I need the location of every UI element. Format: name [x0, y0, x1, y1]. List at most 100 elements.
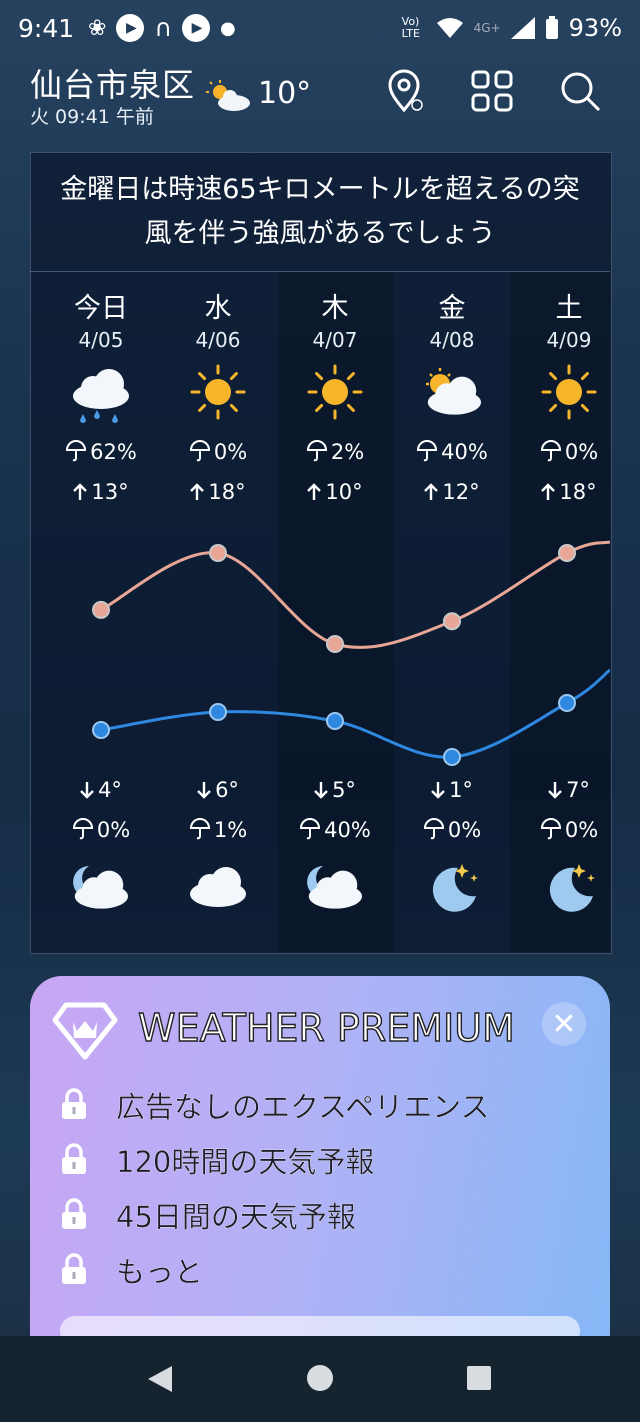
premium-title: WEATHER PREMIUM: [137, 1005, 515, 1050]
low-temperature: 6°: [160, 778, 276, 802]
night-cloud-moon-icon: [301, 856, 369, 920]
lock-icon: [60, 1088, 88, 1120]
night-cloud-moon-icon: [67, 856, 135, 920]
high-temperature: 10°: [277, 480, 393, 504]
premium-feature: 120時間の天気予報: [116, 1145, 375, 1179]
value-text: 0%: [213, 440, 248, 464]
value-text: 10°: [325, 480, 363, 504]
day-precipitation: 62%: [43, 440, 159, 464]
play-icon: ▶: [182, 14, 211, 42]
umbrella-icon: [416, 440, 441, 464]
lock-icon: [60, 1198, 88, 1230]
temperature-chart: [92, 540, 610, 766]
day-name: 木: [321, 293, 349, 324]
value-text: 13°: [91, 480, 129, 504]
crown-gem-icon: [52, 1002, 118, 1060]
notification-icons: ❀ ▶ ∩ ▶ ●: [88, 14, 236, 42]
grid-button[interactable]: [464, 66, 520, 116]
close-premium-button[interactable]: ✕: [542, 1002, 586, 1046]
umbrella-icon: [306, 440, 331, 464]
value-text: 7°: [566, 778, 590, 802]
premium-feature: もっと: [116, 1255, 204, 1289]
arrow-down-icon: [431, 778, 449, 802]
day-name: 今日: [74, 293, 128, 324]
umbrella-icon: [299, 818, 324, 842]
wifi-icon: [436, 18, 463, 38]
status-bar: 9:41 ❀ ▶ ∩ ▶ ● Vo) LTE 4G+ 93%: [0, 0, 640, 60]
value-text: 1°: [449, 778, 473, 802]
low-temp-point: [443, 748, 461, 766]
low-temp-point: [209, 703, 227, 721]
close-icon: ✕: [551, 1006, 577, 1042]
value-text: 0%: [564, 440, 599, 464]
high-temp-point: [326, 635, 344, 653]
low-temp-point: [326, 712, 344, 730]
night-precipitation: 0%: [43, 818, 159, 842]
low-temperature: 7°: [511, 778, 627, 802]
location-button[interactable]: [378, 66, 434, 116]
day-sun-icon: [184, 362, 252, 426]
day-name: 水: [204, 293, 232, 324]
signal-label: 4G+: [473, 21, 501, 35]
arrow-up-icon: [541, 480, 559, 504]
home-icon[interactable]: [306, 1364, 334, 1392]
umbrella-icon: [540, 440, 565, 464]
night-precipitation: 1%: [160, 818, 276, 842]
value-text: 62%: [90, 440, 137, 464]
value-text: 40%: [324, 818, 371, 842]
day-precipitation: 0%: [511, 440, 627, 464]
night-precipitation: 0%: [394, 818, 510, 842]
status-right: Vo) LTE 4G+ 93%: [402, 14, 622, 42]
night-moon-stars-icon: [418, 856, 486, 920]
low-temperature: 1°: [394, 778, 510, 802]
umbrella-icon: [189, 440, 214, 464]
arrow-up-icon: [307, 480, 325, 504]
battery-icon: [545, 16, 558, 39]
battery-level: 93%: [568, 14, 622, 42]
lock-icon: [60, 1253, 88, 1285]
back-icon[interactable]: [146, 1364, 174, 1394]
city-name[interactable]: 仙台市泉区: [30, 60, 195, 106]
high-temperature: 13°: [43, 480, 159, 504]
status-time: 9:41: [18, 14, 75, 43]
local-time: 火 09:41 午前: [30, 106, 154, 128]
arrow-down-icon: [314, 778, 332, 802]
value-text: 12°: [442, 480, 480, 504]
value-text: 18°: [559, 480, 597, 504]
day-rain-cloud-icon: [67, 362, 135, 426]
day-sun-icon: [301, 362, 369, 426]
high-temp-point: [558, 544, 576, 562]
high-temperature: 18°: [511, 480, 627, 504]
current-temperature: 10°: [258, 76, 312, 111]
high-temp-line: [100, 540, 610, 649]
day-date: 4/09: [546, 328, 592, 352]
day-precipitation: 0%: [160, 440, 276, 464]
premium-banner[interactable]: WEATHER PREMIUM ✕ 広告なしのエクスペリエンス 120時間の天気予…: [30, 976, 610, 1336]
arrow-down-icon: [197, 778, 215, 802]
subscribe-button[interactable]: [60, 1316, 580, 1336]
value-text: 0%: [96, 818, 131, 842]
value-text: 6°: [215, 778, 239, 802]
day-date: 4/07: [312, 328, 358, 352]
night-cloud-icon: [184, 856, 252, 920]
premium-feature: 45日間の天気予報: [116, 1200, 356, 1234]
day-sun-icon: [535, 362, 603, 426]
arrow-down-icon: [80, 778, 98, 802]
play-icon: ▶: [116, 14, 145, 42]
volte-label: Vo) LTE: [401, 15, 420, 40]
night-precipitation: 0%: [511, 818, 627, 842]
value-text: 0%: [447, 818, 482, 842]
high-temperature: 18°: [160, 480, 276, 504]
location-info-icon: [388, 69, 423, 113]
high-temp-point: [92, 600, 110, 619]
headphones-icon: ∩: [154, 14, 173, 42]
recents-icon[interactable]: [466, 1365, 492, 1391]
day-precipitation: 40%: [394, 440, 510, 464]
grid-icon: [471, 70, 513, 112]
value-text: 5°: [332, 778, 356, 802]
day-precipitation: 2%: [277, 440, 393, 464]
search-button[interactable]: [552, 66, 608, 116]
umbrella-icon: [189, 818, 214, 842]
weather-alert[interactable]: 金曜日は時速65キロメートルを超えるの突風を伴う強風があるでしょう: [30, 152, 610, 272]
signal-icon: [510, 17, 535, 39]
